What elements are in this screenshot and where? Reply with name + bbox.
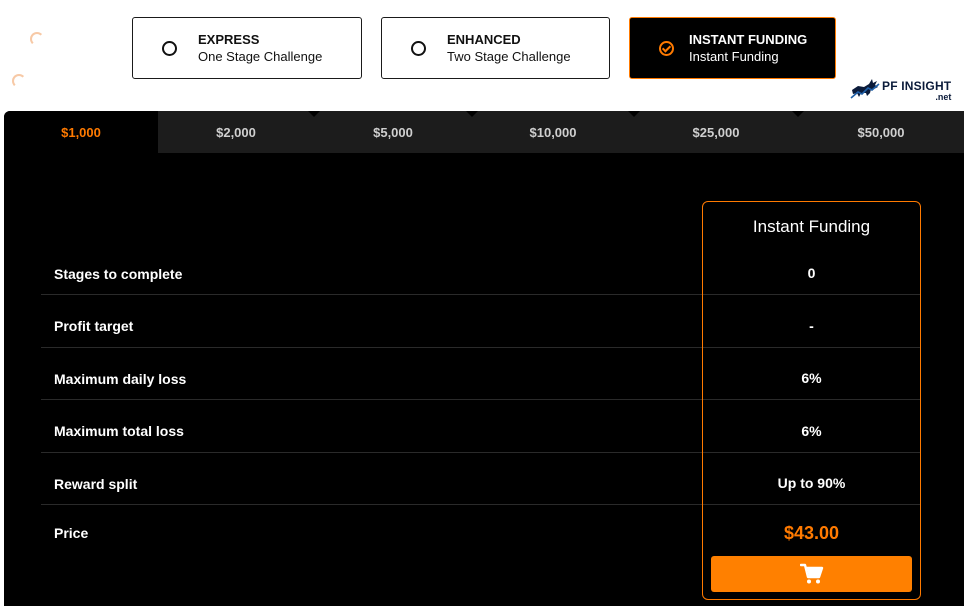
decorative-arc bbox=[30, 32, 44, 46]
label-stages-to-complete: Stages to complete bbox=[54, 266, 183, 282]
tab-notch bbox=[628, 111, 640, 117]
plan-subtitle: One Stage Challenge bbox=[198, 48, 323, 64]
logo-name: PF INSIGHT bbox=[882, 79, 952, 93]
tab-notch bbox=[308, 111, 320, 117]
pricing-panel: $1,000 $2,000 $5,000 $10,000 $25,000 $50… bbox=[4, 111, 964, 606]
column-title: Instant Funding bbox=[752, 217, 871, 236]
value-total-loss: 6% bbox=[801, 423, 822, 439]
page: EXPRESS One Stage Challenge ENHANCED Two… bbox=[0, 0, 964, 606]
plan-title: INSTANT FUNDING bbox=[689, 31, 808, 47]
tab-10000[interactable]: $10,000 bbox=[472, 111, 640, 153]
tab-label: $50,000 bbox=[857, 124, 905, 140]
instant-funding-column: Instant Funding 0 - 6% 6% Up to 90% $43.… bbox=[702, 201, 921, 600]
tab-5000[interactable]: $5,000 bbox=[314, 111, 478, 153]
add-to-cart-button[interactable] bbox=[711, 556, 912, 592]
tab-label: $10,000 bbox=[529, 124, 577, 140]
tab-label: $2,000 bbox=[216, 124, 256, 140]
pf-insight-logo: PF INSIGHT .net bbox=[850, 76, 951, 102]
tab-label: $1,000 bbox=[61, 124, 101, 140]
label-maximum-total-loss: Maximum total loss bbox=[54, 423, 184, 439]
tab-2000[interactable]: $2,000 bbox=[158, 111, 320, 153]
plan-card-instant-funding[interactable]: INSTANT FUNDING Instant Funding bbox=[629, 17, 836, 79]
check-circle-icon[interactable] bbox=[659, 40, 674, 56]
plan-card-express[interactable]: EXPRESS One Stage Challenge bbox=[132, 17, 362, 79]
label-maximum-daily-loss: Maximum daily loss bbox=[54, 371, 187, 387]
value-stages: 0 bbox=[807, 265, 816, 281]
tab-50000[interactable]: $50,000 bbox=[798, 111, 964, 153]
cart-icon bbox=[799, 563, 823, 584]
plan-subtitle: Two Stage Challenge bbox=[447, 48, 571, 64]
tab-notch bbox=[792, 111, 804, 117]
bull-icon bbox=[850, 79, 880, 99]
plan-card-enhanced[interactable]: ENHANCED Two Stage Challenge bbox=[381, 17, 610, 79]
label-reward-split: Reward split bbox=[54, 476, 138, 492]
radio-icon[interactable] bbox=[162, 40, 177, 56]
plan-subtitle: Instant Funding bbox=[689, 48, 779, 64]
tab-notch bbox=[466, 111, 478, 117]
value-daily-loss: 6% bbox=[801, 370, 822, 386]
account-size-tabs: $1,000 $2,000 $5,000 $10,000 $25,000 $50… bbox=[4, 111, 964, 153]
tab-label: $5,000 bbox=[373, 124, 413, 140]
value-price: $43.00 bbox=[783, 523, 840, 543]
logo-suffix: .net bbox=[935, 92, 952, 102]
tab-25000[interactable]: $25,000 bbox=[634, 111, 804, 153]
label-price: Price bbox=[54, 525, 89, 541]
plan-title: ENHANCED bbox=[447, 31, 521, 47]
tab-1000[interactable]: $1,000 bbox=[4, 111, 158, 153]
value-profit-target: - bbox=[809, 318, 814, 334]
tab-label: $25,000 bbox=[692, 124, 740, 140]
label-profit-target: Profit target bbox=[54, 318, 134, 334]
value-reward-split: Up to 90% bbox=[777, 475, 846, 491]
decorative-arc bbox=[12, 74, 26, 88]
plan-title: EXPRESS bbox=[198, 31, 260, 47]
radio-icon[interactable] bbox=[411, 40, 426, 56]
